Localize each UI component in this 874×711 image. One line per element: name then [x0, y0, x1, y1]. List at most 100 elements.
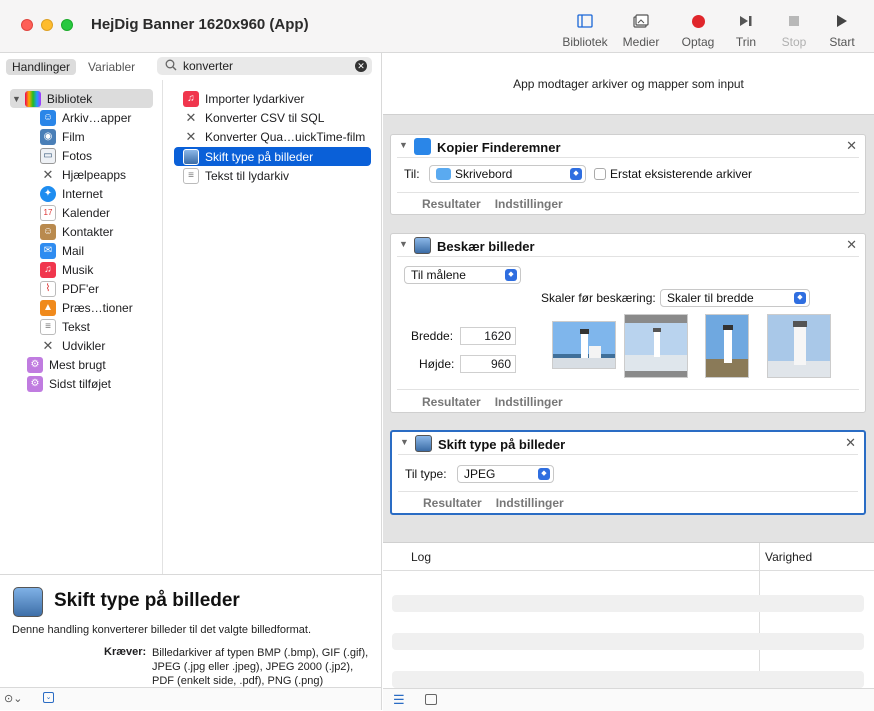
library-item-mail[interactable]: ✉ Mail [40, 241, 84, 260]
options-tab[interactable]: Indstillinger [495, 395, 563, 409]
contacts-icon: ☺ [40, 223, 56, 240]
action-item[interactable]: ≡ Tekst til lydarkiv [183, 166, 289, 185]
height-label: Højde: [419, 357, 455, 371]
results-tab[interactable]: Resultater [423, 496, 482, 510]
action-item[interactable]: ✕ Konverter CSV til SQL [183, 108, 325, 127]
search-input[interactable]: konverter [183, 59, 233, 73]
log-row [392, 595, 864, 612]
width-field[interactable]: 1620 [460, 327, 516, 345]
library-item-internet[interactable]: ✦ Internet [40, 184, 103, 203]
library-list: ▼ Bibliotek ☺ Arkiv…apper ◉ Film ▭ Fotos ✕ H… [0, 80, 163, 574]
search-field[interactable]: konverter ✕ [157, 57, 372, 75]
actions-list: ♫ Importer lydarkiver ✕ Konverter CSV til … [164, 80, 381, 574]
library-item-recently-added[interactable]: ⚙ Sidst tilføjet [27, 374, 111, 393]
action-description: Skift type på billeder Denne handling ko… [0, 574, 381, 687]
disclosure-icon[interactable]: ▼ [399, 239, 408, 249]
results-tab[interactable]: Resultater [422, 395, 481, 409]
list-view-icon[interactable]: ☰ [393, 692, 405, 708]
crop-mode-popup[interactable]: Til målene ◆ [404, 266, 521, 284]
library-item-text[interactable]: ≡ Tekst [40, 317, 90, 336]
preview-icon [13, 587, 43, 617]
tools-icon: ✕ [185, 109, 197, 125]
library-root-item[interactable]: ▼ Bibliotek [10, 89, 153, 108]
action-card-change-image-type: ▼ Skift type på billeder ✕ Til type: JPE… [390, 430, 866, 515]
minimize-window-button[interactable] [41, 19, 53, 31]
log-panel: Log Varighed ☰ [383, 542, 874, 711]
library-item-pdf[interactable]: ⌇ PDF'er [40, 279, 99, 298]
destination-popup[interactable]: Skrivebord ◆ [429, 165, 586, 183]
library-item-most-used[interactable]: ⚙ Mest brugt [27, 355, 106, 374]
run-toolbar-button[interactable]: Start [826, 12, 858, 49]
tab-variables[interactable]: Variabler [82, 59, 141, 75]
remove-action-icon[interactable]: ✕ [846, 138, 857, 154]
split-view-icon[interactable] [425, 694, 437, 705]
preview-icon [414, 237, 431, 254]
action-item-selected[interactable]: Skift type på billeder [174, 147, 371, 166]
action-menu-icon[interactable]: ⊙⌄ [4, 692, 22, 705]
zoom-window-button[interactable] [61, 19, 73, 31]
action-item[interactable]: ♫ Importer lydarkiver [183, 89, 304, 108]
library-item-presentations[interactable]: ▲ Præs…tioner [40, 298, 133, 317]
crop-preview-image [624, 314, 688, 378]
options-tab[interactable]: Indstillinger [496, 496, 564, 510]
requires-label: Kræver: [104, 646, 147, 658]
library-toolbar-button[interactable]: Bibliotek [562, 12, 608, 49]
play-icon [837, 15, 847, 27]
workflow-area: App modtager arkiver og mapper som input… [383, 53, 874, 542]
height-field[interactable]: 960 [460, 355, 516, 373]
record-toolbar-button[interactable]: Optag [680, 12, 716, 49]
presentation-icon: ▲ [40, 299, 56, 316]
replace-existing-label: Erstat eksisterende arkiver [610, 167, 753, 181]
results-tab[interactable]: Resultater [422, 197, 481, 211]
folder-icon [436, 168, 451, 180]
scale-label: Skaler før beskæring: [541, 291, 656, 305]
action-item[interactable]: ✕ Konverter Qua…uickTime-film [183, 127, 366, 146]
description-toggle-icon[interactable]: ⌄ [43, 692, 54, 703]
connector [618, 115, 638, 125]
movie-icon: ◉ [40, 128, 56, 145]
workflow-input-header: App modtager arkiver og mapper som input [383, 53, 874, 115]
to-label: Til: [404, 167, 420, 181]
library-item-photos[interactable]: ▭ Fotos [40, 146, 92, 165]
log-row [392, 671, 864, 688]
tab-actions[interactable]: Handlinger [6, 59, 77, 75]
disclosure-icon[interactable]: ▼ [399, 140, 408, 150]
log-bottom-bar: ☰ [383, 688, 874, 711]
remove-action-icon[interactable]: ✕ [845, 435, 856, 451]
options-tab[interactable]: Indstillinger [495, 197, 563, 211]
clear-search-icon[interactable]: ✕ [355, 60, 367, 72]
popup-arrow-icon: ◆ [538, 468, 550, 480]
replace-existing-checkbox[interactable] [594, 168, 606, 180]
library-item-utilities[interactable]: ✕ Hjælpeapps [40, 165, 127, 184]
stop-toolbar-button[interactable]: Stop [780, 12, 808, 49]
step-toolbar-button[interactable]: Trin [734, 12, 758, 49]
search-icon [165, 59, 177, 71]
requires-text: Billedarkiver af typen BMP (.bmp), GIF (… [152, 647, 369, 687]
mail-icon: ✉ [40, 242, 56, 259]
text-document-icon: ≡ [40, 318, 56, 335]
library-item-developer[interactable]: ✕ Udvikler [40, 336, 106, 355]
library-item-music[interactable]: ♫ Musik [40, 260, 93, 279]
media-toolbar-button[interactable]: Medier [620, 12, 662, 49]
close-window-button[interactable] [21, 19, 33, 31]
music-icon: ♫ [40, 261, 56, 278]
library-item-calendar[interactable]: 17 Kalender [40, 203, 110, 222]
scale-popup[interactable]: Skaler til bredde ◆ [660, 289, 810, 307]
calendar-icon: 17 [40, 204, 56, 221]
library-icon [577, 14, 593, 28]
library-item-files[interactable]: ☺ Arkiv…apper [40, 108, 131, 127]
log-column-header[interactable]: Log [411, 550, 431, 564]
disclosure-icon[interactable]: ▼ [400, 437, 409, 447]
duration-column-header[interactable]: Varighed [765, 550, 812, 564]
image-type-popup[interactable]: JPEG ◆ [457, 465, 554, 483]
connector [618, 413, 638, 423]
crop-preview-image [767, 314, 831, 378]
library-item-contacts[interactable]: ☺ Kontakter [40, 222, 113, 241]
library-item-movies[interactable]: ◉ Film [40, 127, 85, 146]
preview-icon [415, 435, 432, 452]
music-icon: ♫ [183, 90, 199, 107]
finder-icon: ☺ [40, 109, 56, 126]
tools-icon: ✕ [42, 166, 54, 182]
remove-action-icon[interactable]: ✕ [846, 237, 857, 253]
popup-arrow-icon: ◆ [505, 269, 517, 281]
